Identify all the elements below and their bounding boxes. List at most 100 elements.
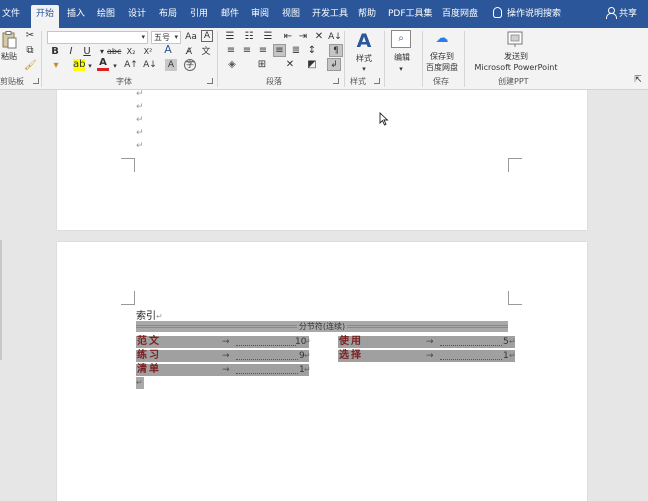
tab-draw[interactable]: 绘图	[97, 6, 115, 28]
sort-icon[interactable]: A↓	[328, 31, 342, 43]
ribbon-tab-bar: 文件 开始 插入 绘图 设计 布局 引用 邮件 审阅 视图 开发工具 帮助 PD…	[0, 0, 648, 29]
char-border-icon[interactable]: A	[201, 30, 213, 42]
tab-home[interactable]: 开始	[31, 5, 60, 29]
bold-button[interactable]: B	[50, 46, 60, 58]
index-entry[interactable]: 使用 → 5 ↵	[338, 336, 516, 348]
index-entry[interactable]: 清单 → 1 ↵	[136, 364, 311, 376]
change-case-icon[interactable]: Aa	[185, 31, 197, 43]
underline-button[interactable]: U	[82, 46, 92, 58]
paragraph-mark: ↵	[136, 115, 144, 125]
send-to-ppt-label-2[interactable]: Microsoft PowerPoint	[470, 63, 562, 73]
tab-pdf-tools[interactable]: PDF工具集	[388, 6, 433, 28]
subscript-button[interactable]: X₂	[124, 46, 138, 58]
find-icon[interactable]: ⌕	[391, 30, 411, 48]
cloud-icon[interactable]: ☁	[433, 32, 451, 46]
index-entry[interactable]: 范文 → 10 ↵	[136, 336, 311, 348]
font-launcher[interactable]	[207, 78, 213, 84]
italic-button[interactable]: I	[66, 46, 76, 58]
clipboard-launcher[interactable]	[33, 78, 39, 84]
document-canvas[interactable]: ↵ ↵ ↵ ↵ ↵ 索引↵ 分节符(连续) 范文 → 10 ↵ 练习 → 9 ↵…	[0, 90, 648, 501]
tab-references[interactable]: 引用	[190, 6, 208, 28]
align-right-icon[interactable]: ≡	[257, 45, 269, 57]
index-entry[interactable]: 练习 → 9 ↵	[136, 350, 311, 362]
save-to-baidu-label-2[interactable]: 百度网盘	[423, 63, 461, 73]
chevron-down-icon: ▾	[399, 65, 403, 73]
send-to-ppt-icon[interactable]	[505, 30, 525, 48]
align-center-icon[interactable]: ≡	[241, 45, 253, 57]
margin-corner-mark	[508, 291, 522, 305]
borders-icon[interactable]: ⊞	[255, 59, 269, 71]
chevron-down-icon: ▾	[141, 33, 145, 41]
send-to-ppt-label-1[interactable]: 发送到	[470, 52, 562, 62]
vertical-ruler	[0, 240, 2, 360]
tab-review[interactable]: 审阅	[251, 6, 269, 28]
phonetic-guide-icon[interactable]: 文	[199, 46, 213, 58]
chevron-down-icon[interactable]: ▾	[86, 60, 94, 72]
grid-icon[interactable]: ↲	[327, 58, 341, 71]
margin-corner-mark	[508, 158, 522, 172]
word-window: 文件 开始 插入 绘图 设计 布局 引用 邮件 审阅 视图 开发工具 帮助 PD…	[0, 0, 648, 501]
numbering-icon[interactable]: ☷	[242, 31, 256, 43]
wrap-icon[interactable]: ◩	[305, 59, 319, 71]
chinese-layout-icon[interactable]: ✕	[313, 31, 325, 43]
chevron-down-icon[interactable]: ▾	[50, 60, 62, 72]
cut-icon[interactable]: ✂	[24, 30, 36, 42]
copy-icon[interactable]: ⧉	[24, 45, 36, 57]
margin-corner-mark	[121, 291, 135, 305]
tab-help[interactable]: 帮助	[358, 6, 376, 28]
chevron-down-icon[interactable]: ▾	[111, 60, 119, 72]
distributed-icon[interactable]: ≣	[290, 45, 302, 57]
paste-icon[interactable]	[1, 31, 17, 49]
separator	[344, 31, 345, 87]
chevron-down-icon: ▾	[174, 33, 178, 41]
paragraph-launcher[interactable]	[333, 78, 339, 84]
font-name-combo[interactable]: ▾	[47, 31, 148, 44]
tab-view[interactable]: 视图	[282, 6, 300, 28]
increase-indent-icon[interactable]: ⇥	[297, 31, 309, 43]
tab-file[interactable]: 文件	[2, 6, 20, 28]
highlight-icon[interactable]: ab	[73, 59, 85, 71]
page-1[interactable]: ↵ ↵ ↵ ↵ ↵	[57, 90, 587, 230]
font-grow-icon[interactable]: A↑	[124, 59, 138, 71]
ppt-group-label: 创建PPT	[498, 77, 529, 86]
editing-button[interactable]: 编辑	[390, 53, 414, 63]
tab-layout[interactable]: 布局	[159, 6, 177, 28]
collapse-ribbon-icon[interactable]: ⇱	[632, 74, 644, 86]
justify-icon[interactable]: ≡	[273, 44, 286, 57]
shading-icon[interactable]: ◈	[225, 59, 239, 71]
font-shrink-icon[interactable]: A↓	[143, 59, 157, 71]
page-2[interactable]: 索引↵ 分节符(连续) 范文 → 10 ↵ 练习 → 9 ↵ 清单 → 1 ↵ …	[57, 242, 587, 501]
char-shading-icon[interactable]: A	[165, 59, 177, 71]
line-spacing-icon[interactable]: ↕	[306, 45, 318, 57]
text-effects-icon[interactable]: A	[161, 44, 175, 56]
strikethrough-button[interactable]: abc	[107, 46, 121, 58]
paste-button[interactable]: 粘贴	[0, 52, 18, 62]
lightbulb-icon	[493, 7, 502, 18]
enclose-char-icon[interactable]: 字	[184, 59, 196, 71]
save-group-label: 保存	[433, 77, 449, 86]
decrease-indent-icon[interactable]: ⇤	[282, 31, 294, 43]
share-button[interactable]: 共享	[606, 6, 637, 19]
format-painter-icon[interactable]: 🖌	[24, 60, 37, 72]
person-icon	[606, 7, 617, 19]
clear-format-icon[interactable]: A̸	[182, 46, 196, 58]
ribbon-home: 粘贴 ✂ ⧉ 🖌 剪贴板 ▾ 五号 ▾ Aa A B I U ▾ abc X₂ X…	[0, 28, 648, 90]
asian-layout-icon[interactable]: ✕	[283, 59, 297, 71]
styles-launcher[interactable]	[374, 78, 380, 84]
styles-icon[interactable]: A	[352, 30, 376, 52]
font-color-icon[interactable]: A	[97, 58, 109, 71]
multilevel-list-icon[interactable]: ☰	[261, 31, 275, 43]
tab-design[interactable]: 设计	[128, 6, 146, 28]
show-marks-icon[interactable]: ¶	[329, 44, 343, 57]
superscript-button[interactable]: X²	[141, 46, 155, 58]
bullets-icon[interactable]: ☰	[223, 31, 237, 43]
index-entry[interactable]: 选择 → 1 ↵	[338, 350, 516, 362]
separator	[464, 31, 465, 87]
tab-insert[interactable]: 插入	[67, 6, 85, 28]
save-to-baidu-label-1[interactable]: 保存到	[423, 52, 461, 62]
tab-baidu-netdisk[interactable]: 百度网盘	[442, 6, 478, 28]
tab-developer[interactable]: 开发工具	[312, 6, 348, 28]
tell-me-search[interactable]: 操作说明搜索	[493, 6, 561, 19]
tab-mailings[interactable]: 邮件	[221, 6, 239, 28]
align-left-icon[interactable]: ≡	[225, 45, 237, 57]
